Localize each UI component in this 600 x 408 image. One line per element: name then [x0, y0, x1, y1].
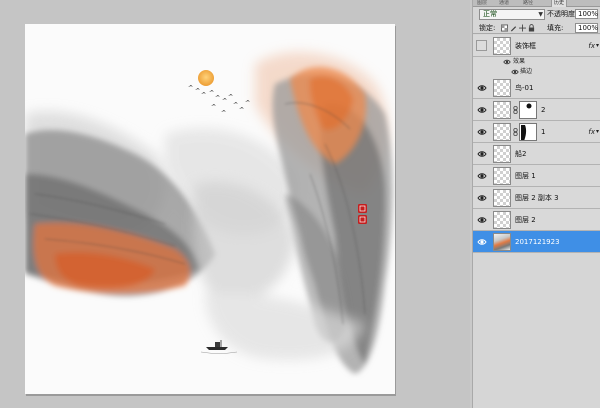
- layer-row-layer-2-copy-3[interactable]: 图层 2 副本 3: [473, 187, 600, 209]
- layer-row-decor-frame[interactable]: 装饰框 fx ▾: [473, 35, 600, 57]
- layer-name: 鸟-01: [515, 84, 534, 92]
- layers-panel: 图层 通道 路径 历史 正常 ▼ 不透明度: 100% 锁定: 填充: 100%…: [472, 0, 600, 408]
- ink-landscape-artwork: [25, 24, 395, 394]
- tab-history[interactable]: 历史: [551, 0, 568, 7]
- chevron-down-icon[interactable]: ▾: [596, 127, 599, 137]
- layer-name: 图层 2 副本 3: [515, 194, 559, 202]
- layer-row-background-image[interactable]: 2017121923: [473, 231, 600, 253]
- layer-thumbnail: [493, 145, 511, 163]
- document-canvas[interactable]: [25, 24, 395, 394]
- layer-name: 船2: [515, 150, 527, 158]
- layer-name: 2: [541, 106, 546, 114]
- layer-thumbnail: [493, 79, 511, 97]
- panel-tabs: 图层 通道 路径 历史: [473, 0, 600, 7]
- opacity-input[interactable]: 100%: [575, 9, 598, 19]
- layer-row-2[interactable]: 2: [473, 99, 600, 121]
- eye-icon[interactable]: [477, 83, 487, 93]
- eye-icon[interactable]: [503, 58, 511, 66]
- layer-thumbnail: [493, 123, 511, 141]
- lock-pixels-icon[interactable]: [510, 24, 517, 32]
- effects-row: 效果: [473, 57, 600, 67]
- lock-label: 锁定:: [479, 24, 496, 32]
- fx-icon[interactable]: fx: [588, 127, 595, 137]
- eye-icon[interactable]: [477, 193, 487, 203]
- chain-link-icon[interactable]: [513, 128, 518, 136]
- blend-mode-value: 正常: [483, 10, 497, 18]
- layers-list: 装饰框 fx ▾ 效果 描边 鸟-01 2 1 fx ▾ 船2 图层 1 图层 …: [473, 35, 600, 408]
- tab-paths[interactable]: 路径: [521, 0, 535, 7]
- lock-icons: [501, 23, 535, 33]
- eye-icon[interactable]: [477, 171, 487, 181]
- tab-layers[interactable]: 图层: [475, 0, 489, 7]
- eye-icon[interactable]: [477, 149, 487, 159]
- layer-name: 装饰框: [515, 42, 536, 50]
- fill-label: 填充:: [547, 24, 564, 32]
- layer-row-layer-2[interactable]: 图层 2: [473, 209, 600, 231]
- canvas-workspace[interactable]: [0, 0, 470, 408]
- eye-icon[interactable]: [477, 237, 487, 247]
- layer-row-boat[interactable]: 船2: [473, 143, 600, 165]
- layer-thumbnail: [493, 167, 511, 185]
- eye-icon[interactable]: [477, 215, 487, 225]
- chevron-down-icon[interactable]: ▾: [596, 41, 599, 51]
- layer-name: 1: [541, 128, 546, 136]
- layer-row-layer-1[interactable]: 图层 1: [473, 165, 600, 187]
- lock-transparent-icon[interactable]: [501, 24, 508, 32]
- layer-thumbnail: [493, 211, 511, 229]
- sun: [198, 70, 214, 86]
- lock-position-icon[interactable]: [519, 24, 526, 32]
- visibility-toggle-off[interactable]: [476, 40, 487, 51]
- layer-mask-thumbnail[interactable]: [519, 123, 537, 141]
- layer-thumbnail: [493, 101, 511, 119]
- lock-row: 锁定: 填充: 100%: [473, 22, 600, 34]
- effects-label: 效果: [513, 58, 526, 65]
- layer-row-bird[interactable]: 鸟-01: [473, 77, 600, 99]
- opacity-label: 不透明度:: [547, 10, 578, 18]
- fx-icon[interactable]: fx: [588, 41, 595, 51]
- layer-row-1[interactable]: 1 fx ▾: [473, 121, 600, 143]
- layer-thumbnail: [493, 189, 511, 207]
- tab-channels[interactable]: 通道: [497, 0, 511, 7]
- eye-icon[interactable]: [477, 127, 487, 137]
- mask-shape: [526, 103, 532, 109]
- eye-icon[interactable]: [477, 105, 487, 115]
- fill-input[interactable]: 100%: [575, 23, 598, 33]
- blend-mode-select[interactable]: 正常 ▼: [479, 9, 545, 20]
- eye-icon[interactable]: [511, 68, 519, 76]
- mask-shape: [521, 125, 527, 140]
- stroke-label: 描边: [520, 68, 533, 75]
- layer-name: 图层 1: [515, 172, 536, 180]
- layer-thumbnail: [493, 37, 511, 55]
- layer-thumbnail: [493, 233, 511, 251]
- layer-name: 图层 2: [515, 216, 536, 224]
- chain-link-icon[interactable]: [513, 106, 518, 114]
- lock-all-icon[interactable]: [528, 24, 535, 32]
- stroke-effect-row: 描边: [473, 67, 600, 77]
- layer-mask-thumbnail[interactable]: [519, 101, 537, 119]
- blend-row: 正常 ▼ 不透明度: 100%: [473, 8, 600, 22]
- chevron-down-icon: ▼: [538, 11, 543, 18]
- layer-name: 2017121923: [515, 238, 560, 246]
